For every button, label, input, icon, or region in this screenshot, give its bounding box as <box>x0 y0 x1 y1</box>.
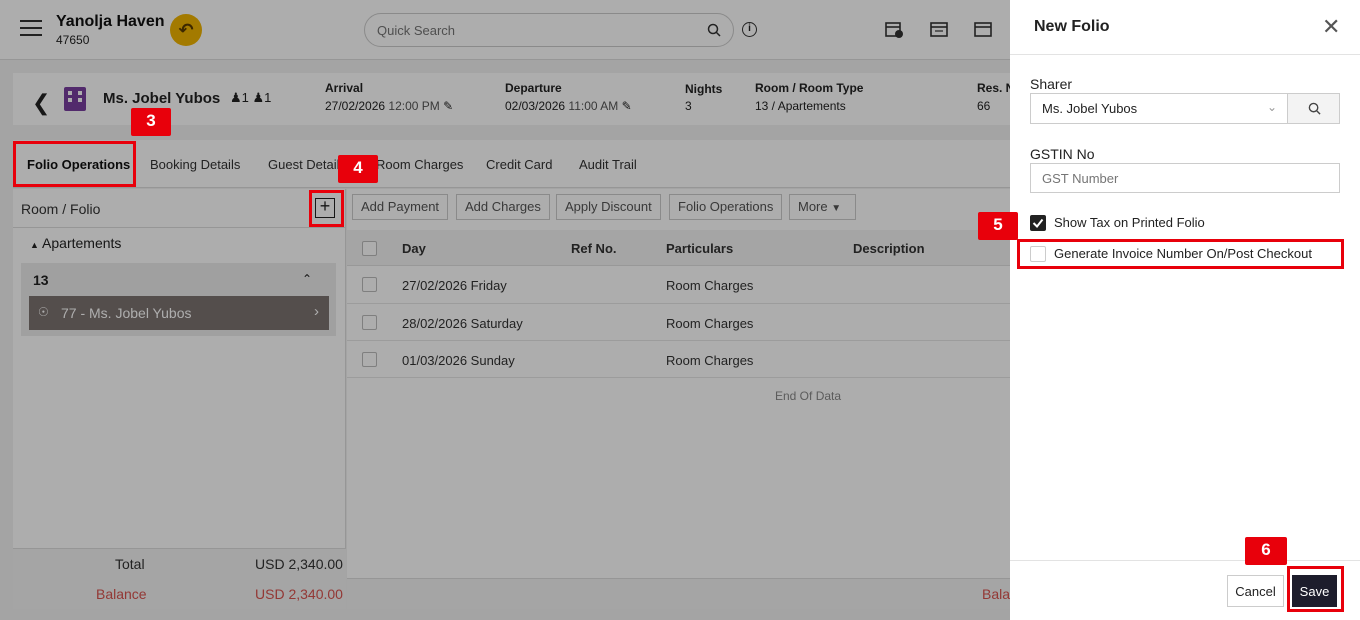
divider <box>1010 560 1360 561</box>
sharer-search-button[interactable] <box>1287 93 1340 124</box>
chevron-down-icon: ⌄ <box>1266 100 1277 114</box>
sharer-select[interactable]: Ms. Jobel Yubos ⌄ <box>1030 93 1288 124</box>
modal-backdrop[interactable] <box>0 0 1010 620</box>
gstin-label: GSTIN No <box>1030 146 1095 162</box>
callout-highlight-folio-tab <box>13 141 136 187</box>
callout-marker-6: 6 <box>1245 537 1287 565</box>
callout-marker-5: 5 <box>978 212 1018 240</box>
gstin-input[interactable] <box>1030 163 1340 193</box>
checkmark-icon <box>1032 218 1044 229</box>
divider <box>1010 54 1360 55</box>
sharer-label: Sharer <box>1030 76 1073 92</box>
drawer-title: New Folio <box>1034 18 1110 35</box>
callout-highlight-plus <box>309 190 344 227</box>
close-icon[interactable]: ✕ <box>1322 14 1340 40</box>
new-folio-drawer: New Folio ✕ Sharer Ms. Jobel Yubos ⌄ GST… <box>1010 0 1360 620</box>
cancel-button[interactable]: Cancel <box>1227 575 1284 607</box>
search-icon <box>1308 102 1321 115</box>
callout-highlight-save <box>1287 566 1344 612</box>
callout-marker-4: 4 <box>338 155 378 183</box>
show-tax-checkbox[interactable] <box>1030 215 1046 231</box>
callout-marker-3: 3 <box>131 108 171 136</box>
show-tax-label: Show Tax on Printed Folio <box>1054 215 1205 230</box>
callout-highlight-invoice <box>1017 239 1344 269</box>
